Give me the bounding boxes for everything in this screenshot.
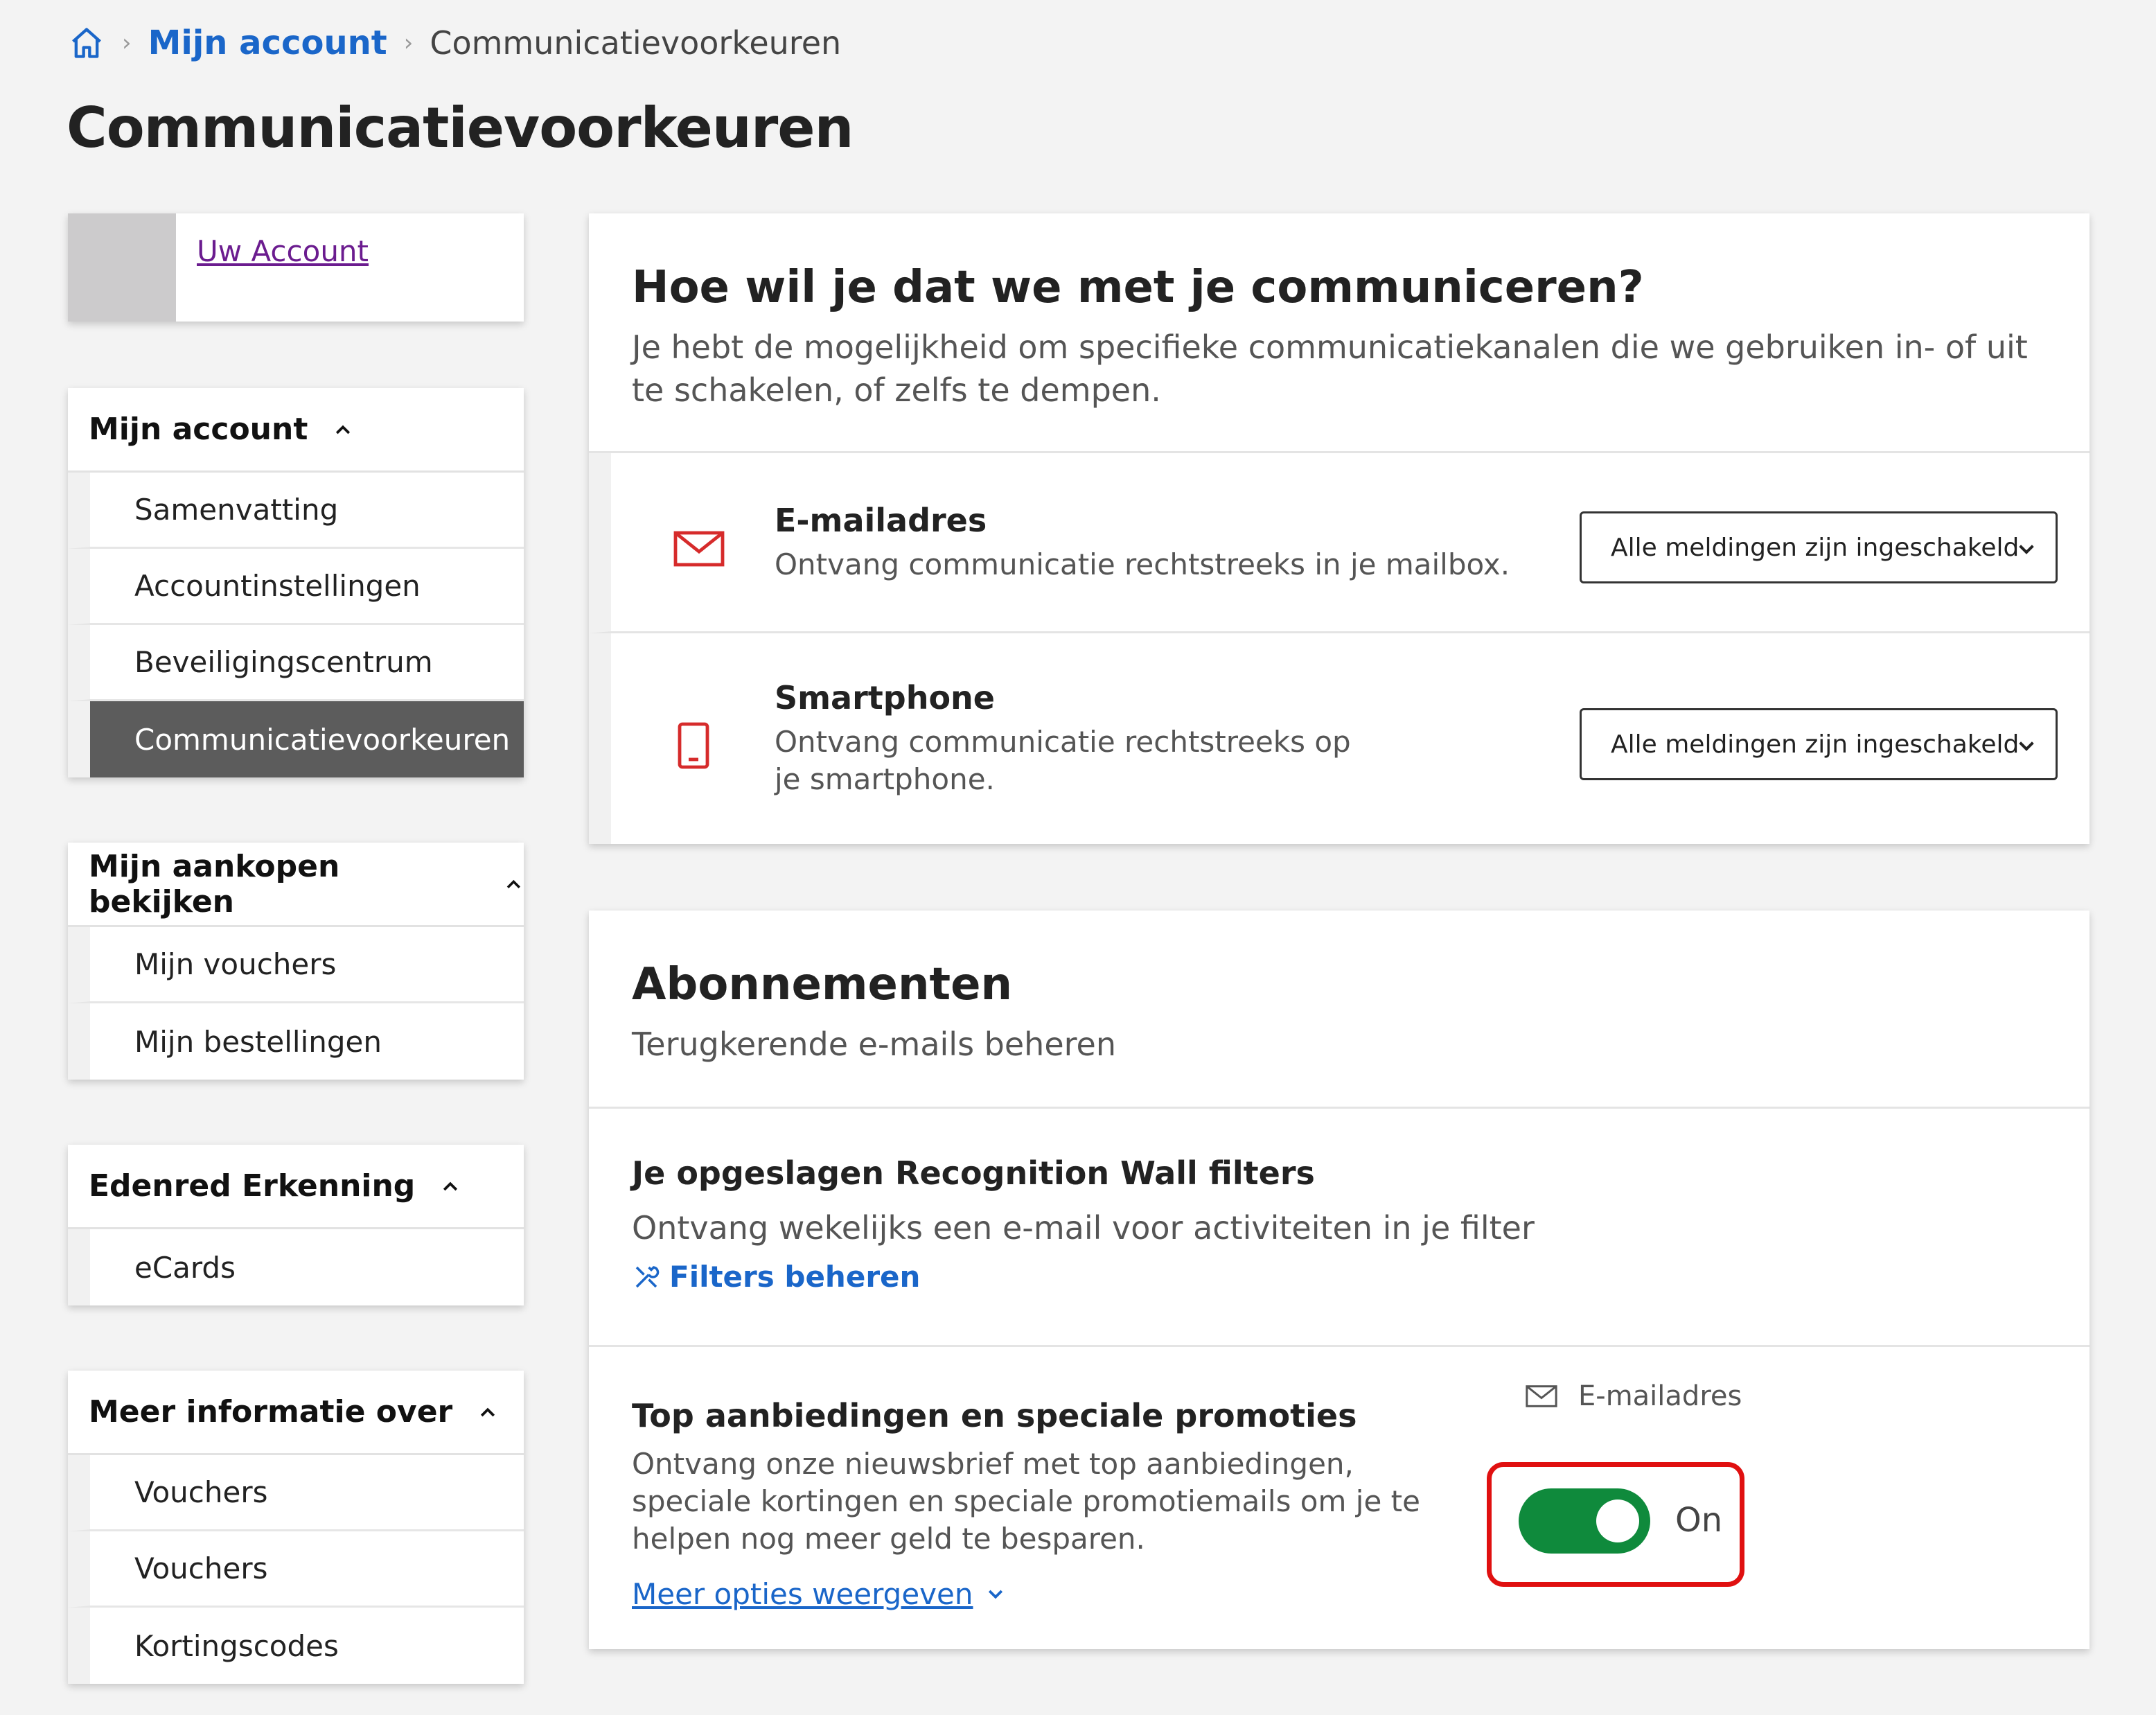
chevron-up-icon	[506, 879, 521, 888]
breadcrumb-current: Communicatievoorkeuren	[430, 24, 842, 62]
breadcrumb-account-link[interactable]: Mijn account	[148, 24, 387, 62]
sidebar-item-summary[interactable]: Samenvatting	[68, 473, 524, 549]
nav-group-title: Edenred Erkenning	[89, 1168, 416, 1204]
sidebar-item-vouchers[interactable]: Vouchers	[68, 1455, 524, 1531]
channel-row-email: E-mailadres Ontvang communicatie rechtst…	[589, 453, 2089, 633]
sidebar-item-communication-preferences[interactable]: Communicatievoorkeuren	[68, 701, 524, 777]
channel-row-smartphone: Smartphone Ontvang communicatie rechtstr…	[589, 633, 2089, 844]
promotions-email-toggle[interactable]	[1519, 1488, 1650, 1554]
tools-icon	[635, 1265, 660, 1287]
chevron-up-icon	[481, 1407, 495, 1416]
subscriptions-subtitle: Terugkerende e-mails beheren	[632, 1026, 1116, 1063]
subscription-title: Top aanbiedingen en speciale promoties	[632, 1397, 1357, 1434]
nav-group-recognition: Edenred Erkenning eCards	[68, 1145, 524, 1305]
sidebar-item-ecards[interactable]: eCards	[68, 1229, 524, 1305]
sidebar-item-account-settings[interactable]: Accountinstellingen	[68, 549, 524, 625]
chevron-up-icon	[336, 425, 351, 434]
show-more-options-label: Meer opties weergeven	[632, 1577, 973, 1611]
email-notification-select[interactable]: Alle meldingen zijn ingeschakeld	[1580, 511, 2058, 583]
subscription-description: Ontvang wekelijks een e-mail voor activi…	[632, 1209, 1535, 1247]
envelope-icon	[1526, 1385, 1557, 1407]
recognition-wall-row: Je opgeslagen Recognition Wall filters O…	[589, 1109, 2089, 1347]
nav-group-header[interactable]: Mijn aankopen bekijken	[68, 843, 524, 927]
chevron-down-icon	[989, 1590, 1003, 1599]
nav-group-header[interactable]: Edenred Erkenning	[68, 1145, 524, 1229]
smartphone-icon	[678, 722, 709, 769]
subscriptions-panel: Abonnementen Terugkerende e-mails behere…	[589, 911, 2089, 1649]
communication-panel: Hoe wil je dat we met je communiceren? J…	[589, 213, 2089, 844]
channel-title: E-mailadres	[775, 502, 987, 539]
breadcrumb: › Mijn account › Communicatievoorkeuren	[68, 21, 841, 65]
subscriptions-title: Abonnementen	[632, 959, 1013, 1010]
nav-group-header[interactable]: Meer informatie over	[68, 1371, 524, 1455]
manage-filters-link[interactable]: Filters beheren	[632, 1260, 920, 1294]
sidebar-item-discount-codes[interactable]: Kortingscodes	[68, 1608, 524, 1684]
sidebar-item-vouchers[interactable]: Vouchers	[68, 1531, 524, 1608]
nav-group-title: Mijn aankopen bekijken	[89, 848, 340, 920]
smartphone-notification-select[interactable]: Alle meldingen zijn ingeschakeld	[1580, 708, 2058, 780]
chevron-up-icon	[443, 1181, 458, 1190]
select-value: Alle meldingen zijn ingeschakeld	[1611, 533, 2020, 562]
home-icon[interactable]	[68, 24, 105, 62]
subscriptions-header: Abonnementen Terugkerende e-mails behere…	[589, 911, 2089, 1109]
breadcrumb-separator-icon: ›	[122, 29, 132, 57]
subscription-title: Je opgeslagen Recognition Wall filters	[632, 1154, 1315, 1192]
toggle-channel-label: E-mailadres	[1526, 1380, 1742, 1412]
manage-filters-label: Filters beheren	[669, 1260, 921, 1294]
channel-title: Smartphone	[775, 679, 996, 716]
page-title: Communicatievoorkeuren	[67, 96, 854, 160]
communication-subtitle: Je hebt de mogelijkheid om specifieke co…	[632, 328, 2028, 409]
nav-group-my-account: Mijn account Samenvatting Accountinstell…	[68, 388, 524, 777]
breadcrumb-separator-icon: ›	[403, 29, 414, 57]
your-account-link[interactable]: Uw Account	[197, 234, 369, 322]
toggle-channel-text: E-mailadres	[1578, 1380, 1742, 1412]
sidebar-item-my-vouchers[interactable]: Mijn vouchers	[68, 927, 524, 1003]
channel-description: Ontvang communicatie rechtstreeks in je …	[775, 547, 1510, 581]
sidebar-item-my-orders[interactable]: Mijn bestellingen	[68, 1003, 524, 1080]
nav-group-more-info: Meer informatie over Vouchers Vouchers K…	[68, 1371, 524, 1684]
promotions-row: Top aanbiedingen en speciale promoties O…	[589, 1347, 2089, 1645]
chevron-down-icon	[2019, 741, 2034, 751]
communication-title: Hoe wil je dat we met je communiceren?	[632, 262, 1644, 313]
nav-group-header[interactable]: Mijn account	[68, 388, 524, 473]
page-root: › Mijn account › Communicatievoorkeuren …	[0, 0, 2156, 1715]
sidebar-item-security-center[interactable]: Beveiligingscentrum	[68, 625, 524, 701]
chevron-down-icon	[2019, 545, 2034, 554]
show-more-options-link[interactable]: Meer opties weergeven	[632, 1577, 1006, 1611]
envelope-icon	[673, 531, 725, 567]
toggle-state-label: On	[1675, 1501, 1723, 1540]
nav-group-purchases: Mijn aankopen bekijken Mijn vouchers Mij…	[68, 843, 524, 1080]
nav-group-title: Mijn account	[89, 412, 308, 447]
toggle-knob	[1596, 1499, 1639, 1542]
promotions-toggle-area: E-mailadres On	[1487, 1380, 1744, 1587]
channel-description: Ontvang communicatie rechtstreeks op je …	[775, 725, 1351, 796]
subscription-description: Ontvang onze nieuwsbrief met top aanbied…	[632, 1447, 1420, 1556]
avatar	[68, 213, 176, 322]
communication-header: Hoe wil je dat we met je communiceren? J…	[589, 213, 2089, 453]
select-value: Alle meldingen zijn ingeschakeld	[1611, 730, 2020, 759]
nav-group-title: Meer informatie over	[89, 1394, 453, 1430]
account-card: Uw Account	[68, 213, 524, 322]
